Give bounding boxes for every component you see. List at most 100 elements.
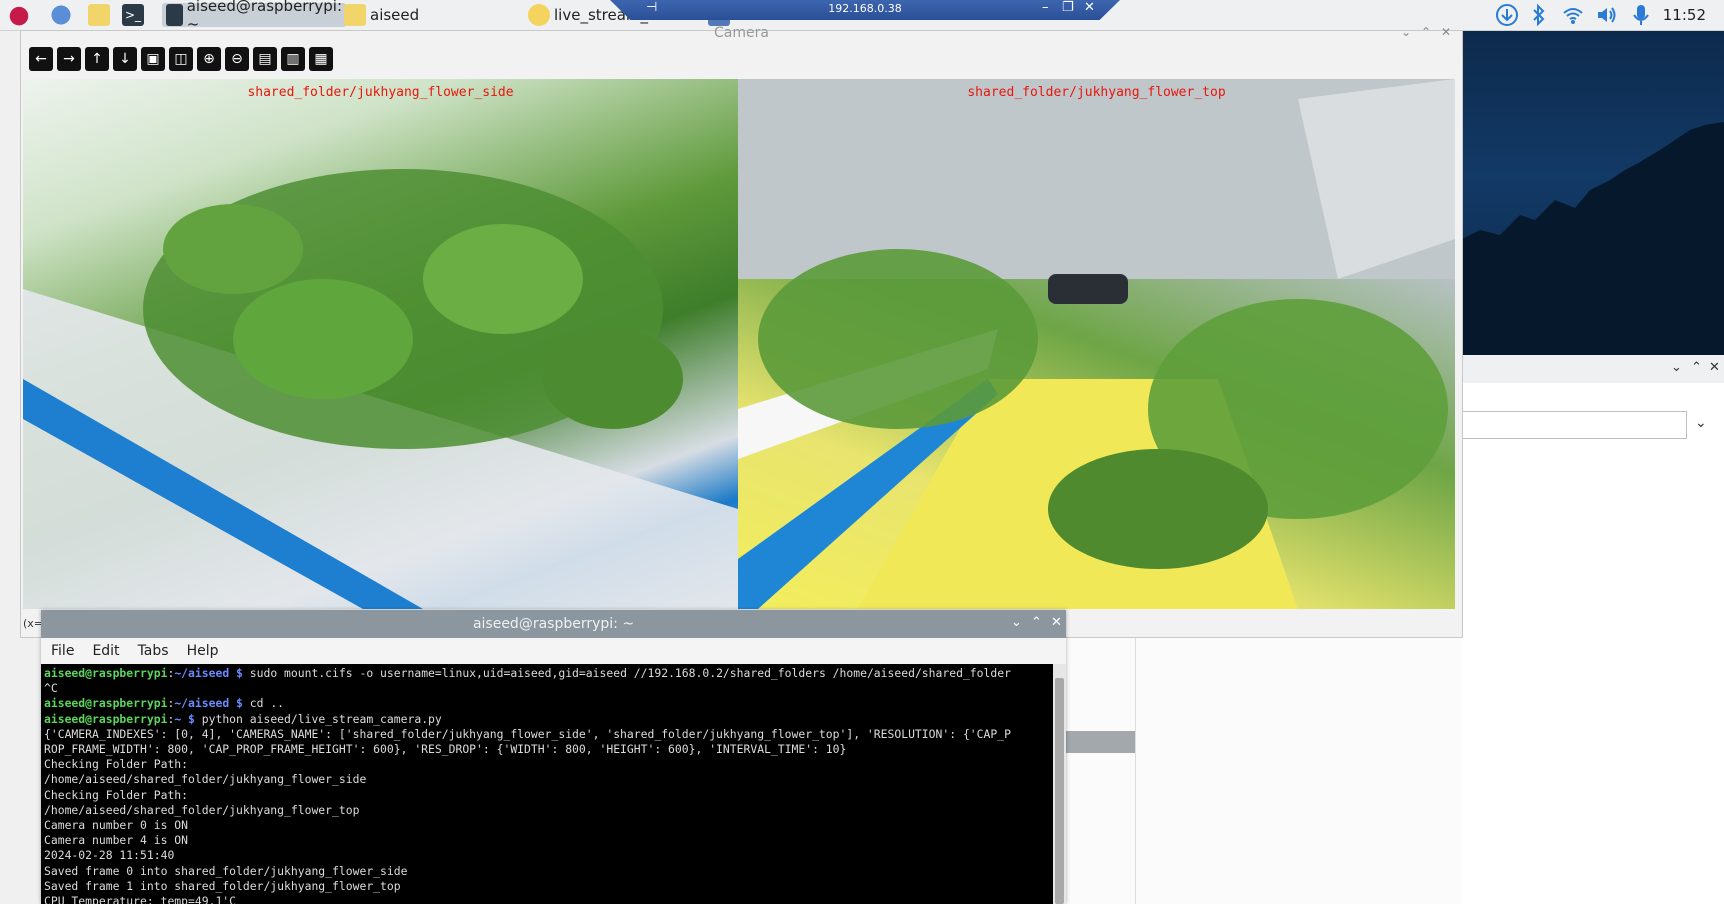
minimize-icon[interactable]: ⌄ [1011, 615, 1022, 630]
terminal-text: sudo mount.cifs -o username=linux,uid=ai… [242, 666, 1011, 680]
window-title: Camera [714, 25, 769, 41]
terminal-menubar: File Edit Tabs Help [41, 638, 1066, 664]
terminal-text: ROP_FRAME_WIDTH': 800, 'CAP_PROP_FRAME_H… [44, 742, 847, 757]
terminal-launcher[interactable]: >_ [122, 3, 144, 27]
pan-left-icon[interactable]: ← [29, 47, 53, 71]
bluetooth-icon[interactable] [1526, 3, 1552, 27]
folder-icon [88, 4, 110, 26]
pane-divider[interactable] [1135, 636, 1136, 904]
maximize-icon[interactable]: ⌃ [1691, 360, 1702, 375]
desktop-wallpaper [1460, 30, 1724, 355]
folder-icon [344, 4, 366, 26]
menu-file[interactable]: File [51, 643, 74, 659]
terminal-text: Saved frame 1 into shared_folder/jukhyan… [44, 878, 401, 893]
file-manager-launcher[interactable] [88, 3, 110, 27]
close-icon[interactable]: ✕ [1709, 360, 1720, 375]
camera-label-top: shared_folder/jukhyang_flower_top [967, 85, 1226, 100]
zoom-rect-icon[interactable]: ◫ [169, 47, 193, 71]
update-icon[interactable] [1494, 3, 1520, 27]
camera-window: Camera ⌄ ⌃ ✕ ← → ↑ ↓ ▣ ◫ ⊕ ⊖ ▤ ▥ ▦ share… [20, 25, 1463, 638]
terminal-icon: >_ [122, 4, 144, 26]
terminal-line: Saved frame 0 into shared_folder/jukhyan… [44, 864, 1053, 879]
path-field[interactable] [1459, 411, 1687, 439]
terminal-line: Checking Folder Path: [44, 788, 1053, 803]
remote-desktop-bar[interactable]: ⊣ 192.168.0.38 – ❐ ✕ [610, 0, 1120, 20]
terminal-text: CPU Temperature: temp=49.1'C [44, 894, 237, 904]
terminal-icon [166, 4, 183, 26]
terminal-titlebar[interactable]: aiseed@raspberrypi: ~ ⌄ ⌃ ✕ [41, 610, 1066, 638]
pan-up-icon[interactable]: ↑ [85, 47, 109, 71]
browser-launcher[interactable] [50, 3, 72, 27]
terminal-line: Saved frame 1 into shared_folder/jukhyan… [44, 879, 1053, 894]
terminal-output[interactable]: aiseed@raspberrypi:~/aiseed $ sudo mount… [41, 664, 1053, 904]
terminal-scrollbar[interactable] [1053, 664, 1066, 904]
camera-feed-top[interactable]: shared_folder/jukhyang_flower_top [738, 79, 1455, 609]
python-icon [528, 4, 550, 26]
terminal-line: Checking Folder Path: [44, 757, 1053, 772]
close-icon[interactable]: ✕ [1051, 615, 1062, 630]
prompt-user: aiseed@raspberrypi [44, 666, 168, 680]
clock[interactable]: 11:52 [1663, 6, 1706, 24]
background-window: ⌄ ⌃ ✕ ⌄ [1458, 355, 1724, 904]
minimize-icon[interactable]: ⌄ [1671, 360, 1682, 375]
terminal-text: {'CAMERA_INDEXES': [0, 4], 'CAMERAS_NAME… [44, 726, 1011, 741]
taskbar-item-aiseed[interactable]: aiseed [344, 3, 419, 27]
menu-help[interactable]: Help [187, 643, 219, 659]
terminal-line: aiseed@raspberrypi:~/aiseed $ cd .. [44, 696, 285, 711]
taskbar-item-label: aiseed [370, 6, 420, 24]
terminal-line: /home/aiseed/shared_folder/jukhyang_flow… [44, 772, 1053, 787]
scrollbar-thumb[interactable] [1055, 678, 1064, 904]
terminal-line: {'CAMERA_INDEXES': [0, 4], 'CAMERAS_NAME… [44, 727, 1053, 742]
terminal-window: aiseed@raspberrypi: ~ ⌄ ⌃ ✕ File Edit Ta… [41, 610, 1066, 904]
terminal-text: python aiseed/live_stream_camera.py [194, 711, 442, 726]
zoom-in-icon[interactable]: ⊕ [197, 47, 221, 71]
minimize-icon[interactable]: ⌄ [1401, 25, 1411, 39]
zoom-fit-icon[interactable]: ▣ [141, 47, 165, 71]
terminal-text: cd .. [242, 696, 285, 711]
camera-feed-side[interactable]: shared_folder/jukhyang_flower_side [23, 79, 738, 609]
minimize-icon[interactable]: – [1042, 0, 1049, 15]
terminal-text: Checking Folder Path: [44, 757, 189, 772]
zoom-out-icon[interactable]: ⊖ [225, 47, 249, 71]
pan-right-icon[interactable]: → [57, 47, 81, 71]
terminal-line: CPU Temperature: temp=49.1'C [44, 894, 1053, 904]
raspberry-menu-button[interactable] [8, 3, 30, 27]
terminal-line: Camera number 4 is ON [44, 833, 1053, 848]
terminal-text: Checking Folder Path: [44, 787, 189, 802]
camera-toolbar: ← → ↑ ↓ ▣ ◫ ⊕ ⊖ ▤ ▥ ▦ [29, 47, 333, 75]
background-window-titlebar: ⌄ ⌃ ✕ [1459, 355, 1724, 383]
file-manager-window [1060, 636, 1461, 904]
maximize-icon[interactable]: ⌃ [1421, 25, 1431, 39]
restore-icon[interactable]: ❐ [1062, 0, 1074, 15]
close-icon[interactable]: ✕ [1084, 0, 1095, 15]
terminal-line: ^C [44, 681, 1053, 696]
close-icon[interactable]: ✕ [1441, 25, 1451, 39]
prompt-path: ~ $ [174, 711, 195, 726]
selected-row[interactable] [1061, 731, 1135, 753]
volume-icon[interactable] [1594, 3, 1620, 27]
menu-tabs[interactable]: Tabs [138, 643, 169, 659]
terminal-line: aiseed@raspberrypi:~/aiseed $ sudo mount… [44, 666, 1011, 680]
pan-down-icon[interactable]: ↓ [113, 47, 137, 71]
terminal-line: aiseed@raspberrypi:~ $ python aiseed/liv… [44, 711, 442, 726]
maximize-icon[interactable]: ⌃ [1031, 615, 1042, 630]
prompt-user: aiseed@raspberrypi [44, 711, 168, 726]
microphone-icon[interactable] [1628, 3, 1654, 27]
globe-icon [50, 4, 72, 26]
terminal-text: Camera number 4 is ON [44, 833, 189, 848]
terminal-text: /home/aiseed/shared_folder/jukhyang_flow… [44, 772, 367, 787]
terminal-line: 2024-02-28 11:51:40 [44, 848, 1053, 863]
raspberry-icon [8, 4, 30, 26]
terminal-text: Camera number 0 is ON [44, 818, 189, 833]
chevron-down-icon[interactable]: ⌄ [1695, 415, 1707, 431]
prompt-path: ~/aiseed $ [174, 696, 243, 711]
menu-edit[interactable]: Edit [92, 643, 119, 659]
properties-icon[interactable]: ▦ [309, 47, 333, 71]
copy-icon[interactable]: ▥ [281, 47, 305, 71]
camera-label-side: shared_folder/jukhyang_flower_side [247, 85, 514, 100]
window-title: aiseed@raspberrypi: ~ [472, 616, 635, 632]
save-icon[interactable]: ▤ [253, 47, 277, 71]
prompt-path: ~/aiseed $ [174, 666, 243, 680]
taskbar-item-terminal[interactable]: aiseed@raspberrypi: ~ [162, 0, 346, 33]
wifi-icon[interactable] [1560, 3, 1586, 27]
